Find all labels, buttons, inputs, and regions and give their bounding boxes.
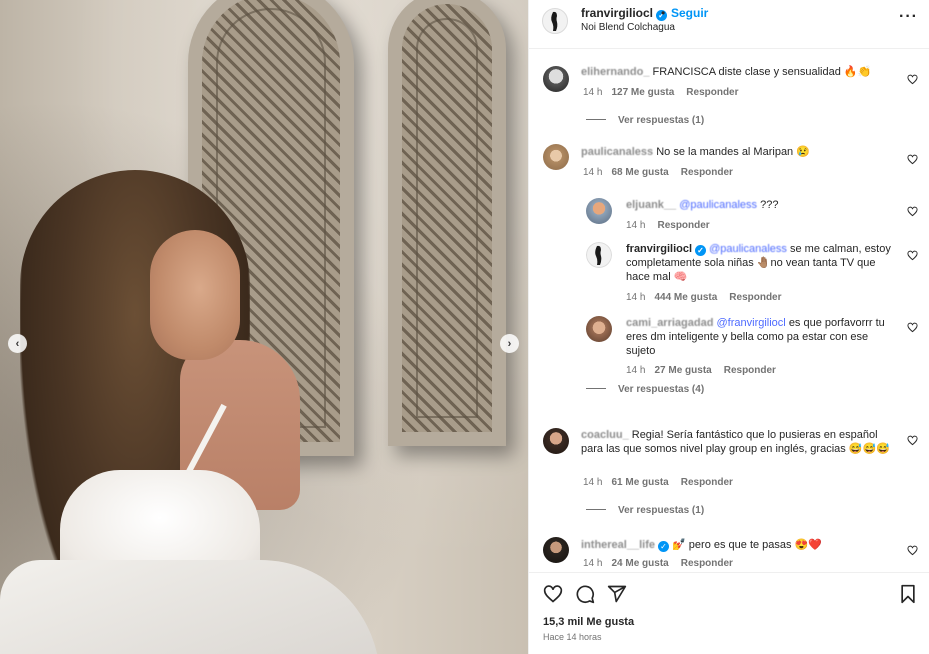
avatar[interactable] — [586, 316, 612, 342]
comment-time[interactable]: 14 h — [583, 558, 602, 569]
view-replies-button[interactable]: Ver respuestas (1) — [586, 115, 704, 126]
chevron-right-icon[interactable]: › — [500, 334, 519, 353]
heart-icon[interactable] — [907, 545, 918, 556]
heart-icon[interactable] — [907, 154, 918, 165]
comment-time[interactable]: 14 h — [583, 167, 602, 178]
reply-button[interactable]: Responder — [681, 558, 733, 569]
heart-icon[interactable] — [907, 74, 918, 85]
heart-icon[interactable] — [907, 206, 918, 217]
reply-likes[interactable]: 444 Me gusta — [654, 292, 717, 303]
reply-mention[interactable]: @franvirgiliocl — [717, 317, 786, 329]
reply-button[interactable]: Responder — [724, 365, 776, 376]
post-location[interactable]: Noi Blend Colchagua — [581, 22, 675, 33]
heart-icon[interactable] — [907, 322, 918, 333]
photo-subject-face — [150, 230, 240, 360]
view-replies-button[interactable]: Ver respuestas (1) — [586, 505, 704, 516]
avatar[interactable] — [543, 428, 569, 454]
more-options-icon[interactable]: ··· — [899, 8, 918, 26]
comment-likes[interactable]: 61 Me gusta — [611, 477, 668, 488]
separator: • — [661, 6, 666, 20]
avatar[interactable] — [543, 537, 569, 563]
comment-text: FRANCISCA diste clase y sensualidad 🔥👏 — [652, 66, 872, 78]
post-photo: ‹ › — [0, 0, 528, 654]
reply-time[interactable]: 14 h — [626, 365, 645, 376]
reply-mention[interactable]: @paulicanaless — [679, 199, 757, 211]
comment-text: 💅 pero es que te pasas 😍❤️ — [672, 539, 822, 551]
reply-username[interactable]: eljuank__ — [626, 199, 676, 211]
comment-username[interactable]: coacluu_ — [581, 429, 629, 441]
avatar[interactable] — [586, 198, 612, 224]
decorative-window-panel-right — [388, 0, 506, 446]
verified-badge-icon: ✓ — [695, 245, 707, 256]
post-actions: 15,3 mil Me gusta Hace 14 horas — [529, 572, 929, 654]
reply-button[interactable]: Responder — [681, 477, 733, 488]
avatar[interactable] — [543, 66, 569, 92]
reply-button[interactable]: Responder — [657, 220, 709, 231]
comment-text: No se la mandes al Maripan 😢 — [656, 146, 810, 158]
avatar[interactable] — [586, 242, 612, 268]
comment: elihernando_ FRANCISCA diste clase y sen… — [529, 50, 929, 130]
heart-icon[interactable] — [543, 584, 563, 604]
post-timestamp[interactable]: Hace 14 horas — [543, 632, 602, 642]
likes-count[interactable]: 15,3 mil Me gusta — [543, 616, 634, 628]
reply-button[interactable]: Responder — [729, 292, 781, 303]
comment-username[interactable]: elihernando_ — [581, 66, 649, 78]
comment-icon[interactable] — [575, 584, 595, 604]
comment: inthereal__life ✓ 💅 pero es que te pasas … — [529, 530, 929, 570]
post-author-username[interactable]: franvirgiliocl ✓ — [581, 6, 668, 21]
reply-likes[interactable]: 27 Me gusta — [654, 365, 711, 376]
reply-text: ??? — [760, 199, 779, 211]
share-icon[interactable] — [607, 584, 627, 604]
comment-username[interactable]: paulicanaless — [581, 146, 653, 158]
reply-username[interactable]: cami_arriagadad — [626, 317, 713, 329]
reply-time[interactable]: 14 h — [626, 292, 645, 303]
heart-icon[interactable] — [907, 250, 918, 261]
comment-time[interactable]: 14 h — [583, 477, 602, 488]
reply-username[interactable]: franvirgiliocl ✓ — [626, 243, 707, 256]
comment: coacluu_ Regia! Sería fantástico que lo … — [529, 414, 929, 524]
view-replies-button[interactable]: Ver respuestas (4) — [586, 384, 704, 395]
avatar[interactable] — [543, 144, 569, 170]
bookmark-icon[interactable] — [898, 584, 918, 604]
reply-button[interactable]: Responder — [681, 167, 733, 178]
verified-badge-icon: ✓ — [657, 541, 669, 552]
reply-mention[interactable]: @paulicanaless — [709, 243, 787, 255]
heart-icon[interactable] — [907, 435, 918, 446]
chevron-left-icon[interactable]: ‹ — [8, 334, 27, 353]
comment-time[interactable]: 14 h — [583, 87, 602, 98]
comments-list[interactable]: elihernando_ FRANCISCA diste clase y sen… — [529, 50, 929, 570]
reply-time[interactable]: 14 h — [626, 220, 645, 231]
comment-username[interactable]: inthereal__life — [581, 539, 655, 551]
post-header: franvirgiliocl ✓ • Seguir Noi Blend Colch… — [529, 0, 929, 49]
comment-likes[interactable]: 24 Me gusta — [611, 558, 668, 569]
post-side-panel: franvirgiliocl ✓ • Seguir Noi Blend Colch… — [528, 0, 929, 654]
follow-button[interactable]: Seguir — [671, 6, 708, 20]
avatar[interactable] — [542, 8, 568, 34]
comment: paulicanaless No se la mandes al Maripan… — [529, 132, 929, 402]
reply-button[interactable]: Responder — [686, 87, 738, 98]
comment-likes[interactable]: 127 Me gusta — [611, 87, 674, 98]
comment-likes[interactable]: 68 Me gusta — [611, 167, 668, 178]
